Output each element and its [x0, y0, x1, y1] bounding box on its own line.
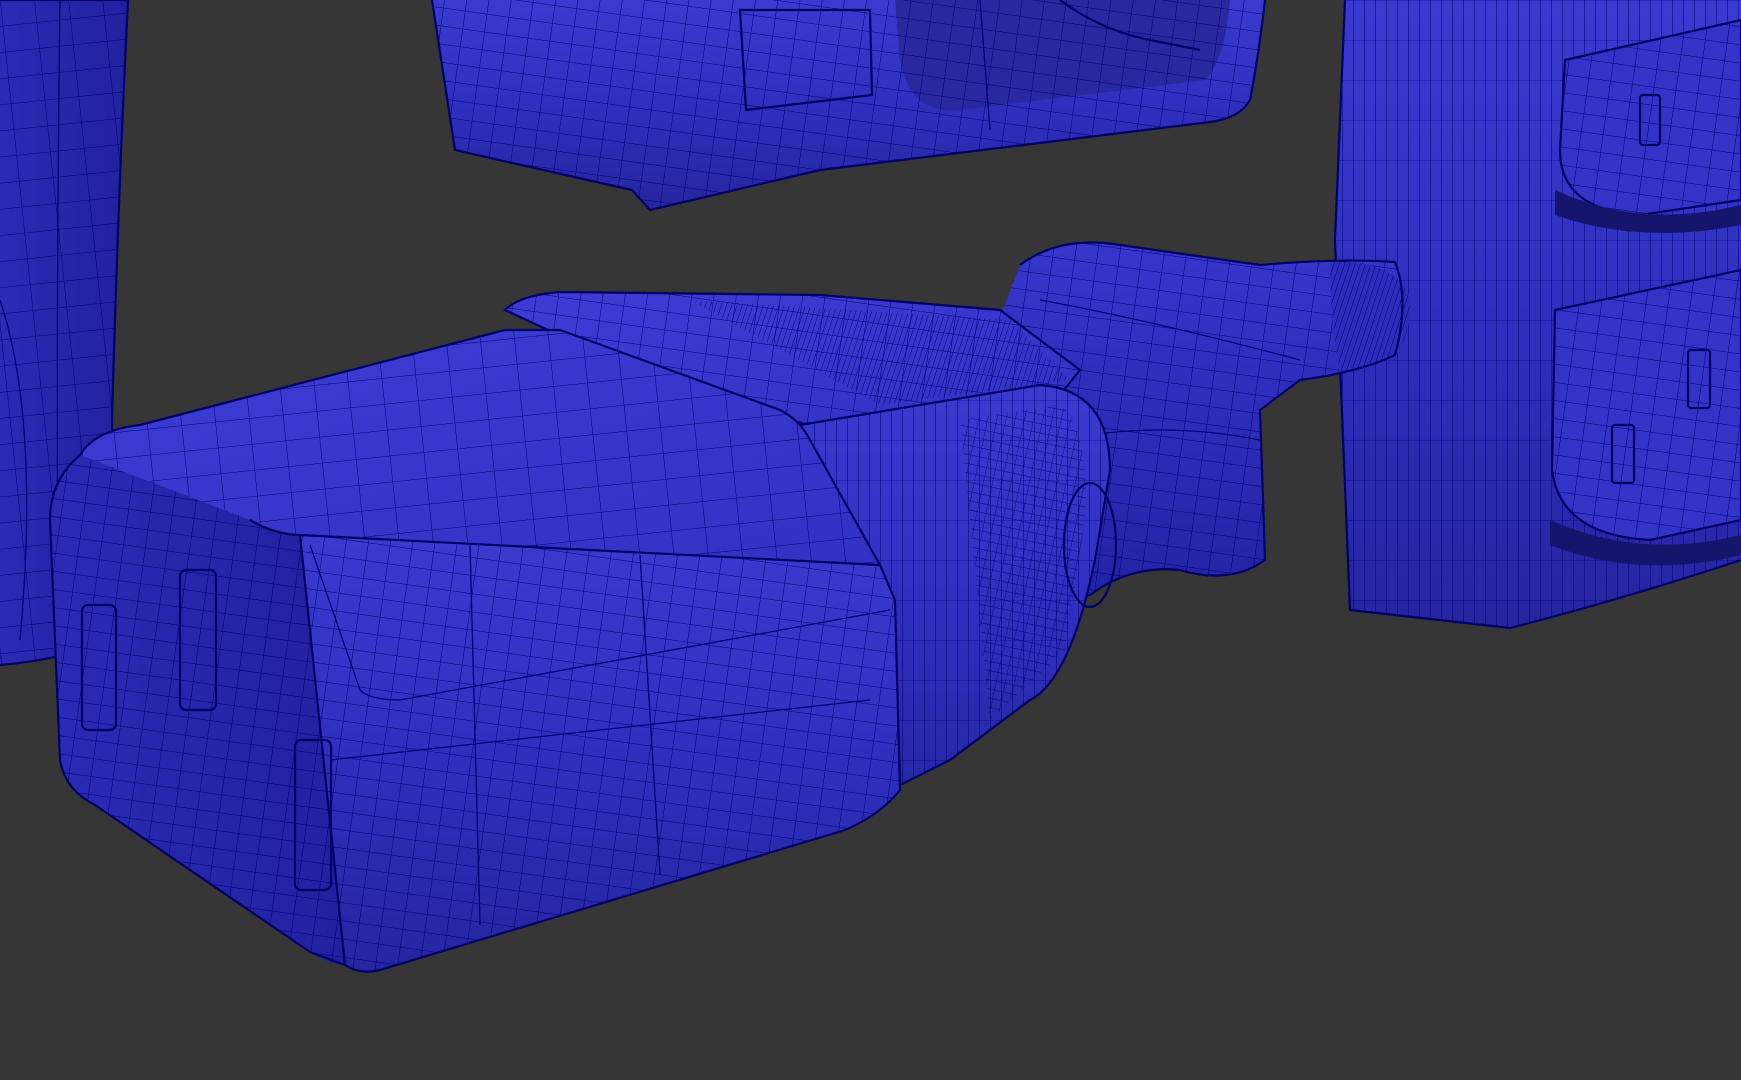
plug-shell-mesh[interactable] [48, 328, 902, 973]
viewport-canvas[interactable] [0, 0, 1741, 1080]
3d-viewport[interactable] [0, 0, 1741, 1080]
top-housing-mesh[interactable] [430, 0, 1267, 212]
